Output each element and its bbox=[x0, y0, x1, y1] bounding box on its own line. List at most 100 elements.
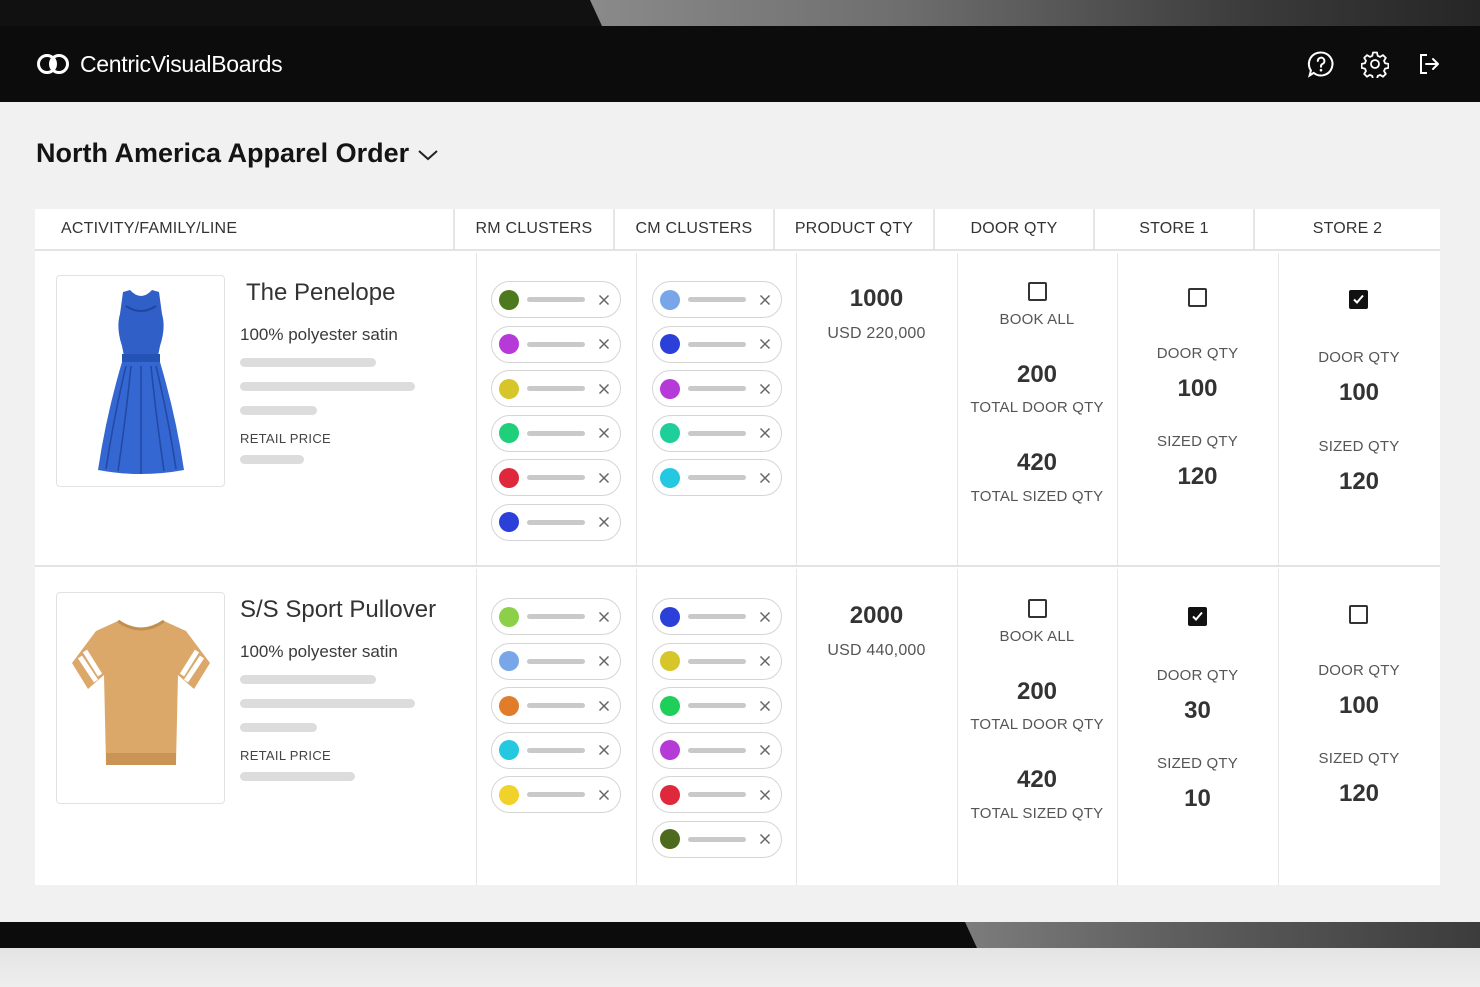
cluster-chip[interactable] bbox=[652, 776, 782, 813]
remove-cluster-icon[interactable] bbox=[758, 743, 772, 757]
store2-sized-qty[interactable]: 120 bbox=[1278, 468, 1440, 496]
cluster-color-dot bbox=[499, 289, 519, 310]
cluster-chip[interactable] bbox=[491, 731, 621, 769]
remove-cluster-icon[interactable] bbox=[758, 699, 772, 713]
remove-cluster-icon[interactable] bbox=[597, 337, 611, 351]
app-header: CentricVisualBoards bbox=[0, 26, 1480, 102]
cluster-color-dot bbox=[660, 334, 680, 354]
store2-checkbox[interactable] bbox=[1349, 605, 1368, 624]
cluster-chip[interactable] bbox=[491, 598, 621, 635]
cluster-color-dot bbox=[660, 423, 680, 443]
remove-cluster-icon[interactable] bbox=[758, 788, 772, 802]
store2-door-qty[interactable]: 100 bbox=[1278, 692, 1440, 720]
column-header[interactable]: RM CLUSTERS bbox=[455, 209, 615, 249]
cluster-chip[interactable] bbox=[491, 459, 621, 496]
product-name[interactable]: S/S Sport Pullover bbox=[240, 596, 436, 624]
cluster-chip[interactable] bbox=[491, 281, 621, 318]
product-image[interactable] bbox=[56, 275, 225, 487]
store1-checkbox[interactable] bbox=[1188, 607, 1207, 626]
cluster-label-placeholder bbox=[688, 430, 746, 436]
table-header: ACTIVITY/FAMILY/LINE RM CLUSTERS CM CLUS… bbox=[35, 209, 1440, 251]
cluster-label-placeholder bbox=[688, 475, 746, 480]
logout-icon[interactable] bbox=[1414, 49, 1444, 79]
remove-cluster-icon[interactable] bbox=[758, 471, 772, 485]
placeholder-line bbox=[240, 675, 376, 684]
cluster-label-placeholder bbox=[527, 475, 585, 480]
product-name[interactable]: The Penelope bbox=[246, 279, 395, 307]
cluster-chip[interactable] bbox=[652, 731, 782, 769]
store2-sized-qty[interactable]: 120 bbox=[1278, 780, 1440, 808]
column-header[interactable]: STORE 1 bbox=[1095, 209, 1255, 249]
cluster-chip[interactable] bbox=[652, 642, 782, 680]
cluster-chip[interactable] bbox=[491, 414, 621, 452]
remove-cluster-icon[interactable] bbox=[758, 832, 772, 846]
book-all-label: BOOK ALL bbox=[999, 311, 1075, 328]
store1-checkbox[interactable] bbox=[1188, 288, 1207, 307]
cluster-chip[interactable] bbox=[652, 687, 782, 724]
remove-cluster-icon[interactable] bbox=[597, 654, 611, 668]
cluster-chip[interactable] bbox=[491, 776, 621, 813]
remove-cluster-icon[interactable] bbox=[597, 699, 611, 713]
book-all-checkbox[interactable] bbox=[1028, 282, 1047, 301]
cluster-color-dot bbox=[499, 334, 519, 354]
cluster-color-dot bbox=[660, 651, 680, 671]
column-header[interactable]: ACTIVITY/FAMILY/LINE bbox=[35, 209, 455, 249]
remove-cluster-icon[interactable] bbox=[597, 743, 611, 757]
remove-cluster-icon[interactable] bbox=[758, 654, 772, 668]
store2-checkbox[interactable] bbox=[1349, 290, 1368, 309]
store2-door-qty[interactable]: 100 bbox=[1278, 379, 1440, 407]
cluster-chip[interactable] bbox=[491, 642, 621, 680]
total-sized-qty-label: TOTAL SIZED QTY bbox=[970, 488, 1104, 505]
remove-cluster-icon[interactable] bbox=[597, 426, 611, 440]
column-header[interactable]: PRODUCT QTY bbox=[775, 209, 935, 249]
cluster-label-placeholder bbox=[688, 703, 746, 708]
help-icon[interactable] bbox=[1306, 49, 1336, 79]
cluster-color-dot bbox=[660, 378, 680, 399]
cluster-color-dot bbox=[499, 784, 519, 805]
store1-door-qty[interactable]: 100 bbox=[1117, 375, 1278, 403]
remove-cluster-icon[interactable] bbox=[597, 788, 611, 802]
settings-icon[interactable] bbox=[1360, 49, 1390, 79]
remove-cluster-icon[interactable] bbox=[597, 293, 611, 307]
cluster-chip[interactable] bbox=[652, 281, 782, 318]
total-sized-qty-label: TOTAL SIZED QTY bbox=[970, 805, 1104, 822]
app-logo[interactable]: CentricVisualBoards bbox=[36, 51, 283, 78]
column-header[interactable]: STORE 2 bbox=[1255, 209, 1440, 249]
store1-door-qty[interactable]: 30 bbox=[1117, 697, 1278, 725]
table-row[interactable]: S/S Sport Pullover 100% polyester satin … bbox=[35, 569, 1440, 885]
cluster-chip[interactable] bbox=[652, 325, 782, 363]
placeholder-line bbox=[240, 382, 415, 391]
cluster-chip[interactable] bbox=[652, 370, 782, 407]
retail-price-label: RETAIL PRICE bbox=[240, 748, 332, 763]
table-row[interactable]: The Penelope 100% polyester satin RETAIL… bbox=[35, 253, 1440, 567]
remove-cluster-icon[interactable] bbox=[758, 610, 772, 624]
product-image[interactable] bbox=[56, 592, 225, 804]
cluster-chip[interactable] bbox=[491, 370, 621, 407]
cluster-chip[interactable] bbox=[652, 459, 782, 496]
remove-cluster-icon[interactable] bbox=[597, 610, 611, 624]
cluster-label-placeholder bbox=[527, 792, 585, 797]
remove-cluster-icon[interactable] bbox=[758, 382, 772, 396]
book-all-checkbox[interactable] bbox=[1028, 599, 1047, 618]
remove-cluster-icon[interactable] bbox=[758, 337, 772, 351]
remove-cluster-icon[interactable] bbox=[758, 293, 772, 307]
column-header[interactable]: DOOR QTY bbox=[935, 209, 1095, 249]
cluster-chip[interactable] bbox=[491, 503, 621, 541]
column-header[interactable]: CM CLUSTERS bbox=[615, 209, 775, 249]
remove-cluster-icon[interactable] bbox=[597, 515, 611, 529]
product-qty: 2000 bbox=[849, 602, 904, 629]
cluster-label-placeholder bbox=[527, 341, 585, 347]
remove-cluster-icon[interactable] bbox=[758, 426, 772, 440]
cluster-chip[interactable] bbox=[491, 325, 621, 363]
order-selector[interactable]: North America Apparel Order bbox=[36, 138, 439, 169]
cluster-chip[interactable] bbox=[652, 414, 782, 452]
store1-sized-qty[interactable]: 120 bbox=[1117, 463, 1278, 491]
cluster-chip[interactable] bbox=[652, 820, 782, 858]
store1-sized-qty[interactable]: 10 bbox=[1117, 785, 1278, 813]
store1-door-qty-label: DOOR QTY bbox=[1156, 345, 1239, 362]
remove-cluster-icon[interactable] bbox=[597, 382, 611, 396]
cluster-chip[interactable] bbox=[491, 687, 621, 724]
remove-cluster-icon[interactable] bbox=[597, 471, 611, 485]
cluster-color-dot bbox=[660, 784, 680, 805]
cluster-chip[interactable] bbox=[652, 598, 782, 635]
